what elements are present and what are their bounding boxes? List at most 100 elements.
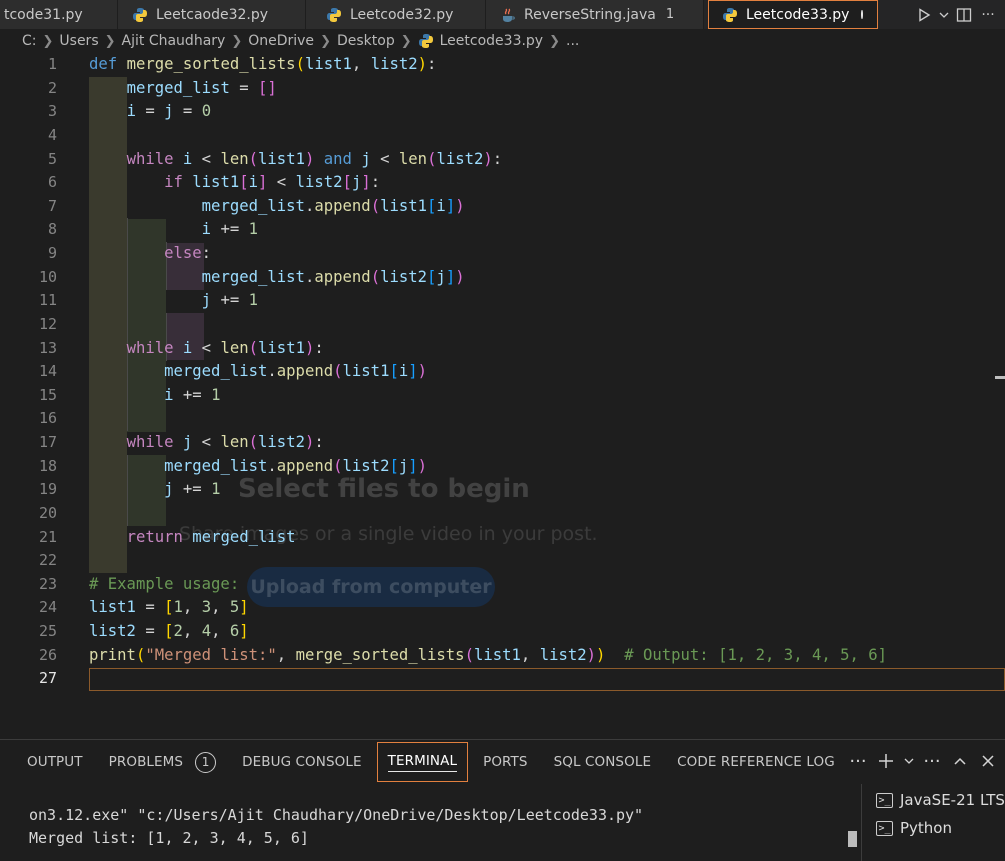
code-line[interactable]: merged_list.append(list1[i]) [89, 360, 1005, 384]
new-terminal-icon[interactable] [875, 748, 897, 774]
code-line[interactable]: j += 1 [89, 478, 1005, 502]
breadcrumb-item[interactable]: OneDrive [248, 33, 314, 49]
code-token: append [314, 196, 371, 215]
tab-problems[interactable]: PROBLEMS 1 [96, 740, 229, 784]
code-token: append [314, 267, 371, 286]
terminal-line: on3.12.exe" "c:/Users/Ajit Chaudhary/One… [29, 806, 644, 824]
line-number: 2 [47, 78, 57, 97]
code-line[interactable]: merged_list = [] [89, 77, 1005, 101]
breadcrumb-item[interactable]: Desktop [337, 33, 395, 49]
code-line[interactable]: if list1[i] < list2[j]: [89, 171, 1005, 195]
code-token: ) [483, 149, 493, 168]
code-line[interactable]: list1 = [1, 3, 5] [89, 596, 1005, 620]
code-line[interactable] [89, 313, 1005, 337]
code-line[interactable]: # Example usage: [89, 573, 1005, 597]
code-line[interactable] [89, 124, 1005, 148]
code-line[interactable]: j += 1 [89, 289, 1005, 313]
line-number-gutter: 1 2 3 4 5 6 7 8 9 10 11 12 13 14 15 16 1… [0, 53, 70, 691]
code-line[interactable]: merged_list.append(list1[i]) [89, 195, 1005, 219]
tab-file-active[interactable]: Leetcode33.py [708, 0, 878, 29]
terminal-output[interactable]: on3.12.exe" "c:/Users/Ajit Chaudhary/One… [0, 784, 860, 861]
tab-file[interactable]: Leetcode32.py [306, 0, 486, 29]
line-number: 9 [47, 244, 57, 262]
breadcrumb-item[interactable]: ... [566, 33, 579, 49]
problems-count-badge: 1 [195, 751, 217, 773]
code-line[interactable]: merged_list.append(list2[j]) [89, 455, 1005, 479]
terminal-scrollbar[interactable] [848, 831, 857, 847]
code-token: 6 [229, 622, 240, 640]
code-token: ) [417, 456, 428, 475]
code-lines[interactable]: def merge_sorted_lists(list1, list2): me… [89, 53, 1005, 691]
line-number: 11 [38, 291, 57, 310]
code-line[interactable]: i = j = 0 [89, 100, 1005, 124]
code-line[interactable]: while j < len(list2): [89, 431, 1005, 455]
code-token: ) [417, 362, 428, 381]
breadcrumb-item[interactable]: Ajit Chaudhary [122, 33, 226, 49]
maximize-panel-icon[interactable] [949, 748, 971, 774]
tab-label: PORTS [483, 754, 528, 770]
bottom-panel: OUTPUT PROBLEMS 1 DEBUG CONSOLE TERMINAL … [0, 739, 1005, 861]
code-token: i [182, 149, 193, 168]
code-token: def [89, 55, 118, 73]
terminal-item-python[interactable]: >_ Python [862, 814, 1005, 842]
code-token: merged_list [164, 362, 268, 381]
code-line[interactable] [89, 407, 1005, 431]
tab-output[interactable]: OUTPUT [14, 740, 96, 784]
code-line[interactable]: i += 1 [89, 384, 1005, 408]
code-token: [ [427, 196, 437, 215]
code-token: ] [445, 267, 456, 286]
code-line[interactable] [89, 549, 1005, 573]
tab-ports[interactable]: PORTS [470, 740, 540, 784]
code-token: list2 [380, 267, 428, 286]
tab-file[interactable]: tcode31.py [0, 0, 118, 29]
code-line[interactable]: while i < len(list1) and j < len(list2): [89, 148, 1005, 172]
code-line[interactable]: list2 = [2, 4, 6] [89, 620, 1005, 644]
breadcrumb-item[interactable]: C: [22, 33, 37, 49]
more-actions-icon[interactable]: ··· [977, 4, 999, 26]
code-token: ( [464, 645, 474, 664]
code-token: : [370, 173, 381, 192]
terminal-item-java[interactable]: >_ JavaSE-21 LTS [862, 786, 1005, 814]
line-number: 16 [38, 409, 57, 428]
code-token: ] [408, 456, 418, 475]
code-token: [ [342, 173, 352, 192]
tab-terminal[interactable]: TERMINAL [375, 740, 470, 784]
code-token: list2 [370, 55, 418, 73]
code-token: [ [164, 622, 174, 640]
chevron-down-icon[interactable] [903, 748, 915, 774]
code-token: j [398, 456, 409, 475]
code-line[interactable] [89, 502, 1005, 526]
unsaved-dot-icon[interactable] [861, 10, 863, 19]
code-line[interactable] [89, 667, 1005, 691]
code-token: = [135, 102, 165, 121]
breadcrumb-item[interactable]: Users [59, 33, 98, 49]
code-editor[interactable]: Select files to begin Share images or a … [0, 53, 1005, 739]
close-icon[interactable] [977, 748, 999, 774]
breadcrumb-item[interactable]: Leetcode33.py [440, 33, 543, 49]
more-actions-icon[interactable]: ··· [921, 748, 943, 774]
split-editor-icon[interactable] [953, 4, 975, 26]
code-line[interactable]: def merge_sorted_lists(list1, list2): [89, 53, 1005, 77]
code-line[interactable]: return merged_list [89, 526, 1005, 550]
tab-file[interactable]: Leetcaode32.py [118, 0, 306, 29]
tab-code-reference-log[interactable]: CODE REFERENCE LOG [664, 740, 848, 784]
code-line[interactable]: while i < len(list1): [89, 337, 1005, 361]
tab-file[interactable]: ReverseString.java 1 [486, 0, 704, 29]
tab-sql-console[interactable]: SQL CONSOLE [541, 740, 665, 784]
code-line[interactable]: i += 1 [89, 218, 1005, 242]
code-line[interactable]: merged_list.append(list2[j]) [89, 266, 1005, 290]
chevron-down-icon[interactable] [937, 4, 951, 26]
tab-debug-console[interactable]: DEBUG CONSOLE [229, 740, 375, 784]
code-line[interactable]: else: [89, 242, 1005, 266]
code-token: [ [389, 362, 399, 381]
more-tabs-icon[interactable]: ··· [847, 748, 869, 774]
code-token: list2 [436, 149, 484, 168]
code-token: 1 [211, 480, 221, 499]
code-line[interactable]: print("Merged list:", merge_sorted_lists… [89, 644, 1005, 668]
run-icon[interactable] [913, 4, 935, 26]
scrollbar-marker[interactable] [995, 376, 1005, 379]
